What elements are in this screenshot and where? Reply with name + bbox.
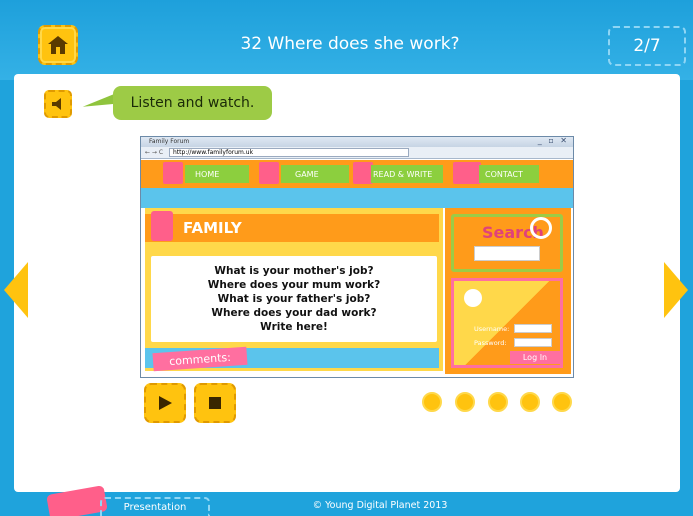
section-title: FAMILY (183, 219, 242, 237)
progress-dot-3[interactable] (488, 392, 508, 412)
forum-main: FAMILY What is your mother's job? Where … (145, 208, 443, 372)
nav-home[interactable]: HOME (185, 165, 249, 183)
forum-sidebar: Search Username: Password: Log In (445, 208, 571, 374)
username-field[interactable] (514, 324, 552, 333)
game-nav-icon (259, 162, 279, 184)
question-1: What is your mother's job? (214, 265, 374, 277)
pencil-nav-icon (353, 162, 373, 184)
audio-button[interactable] (44, 90, 72, 118)
magnifier-icon (530, 217, 552, 239)
envelope-nav-icon (453, 162, 481, 184)
nav-contact[interactable]: CONTACT (479, 165, 539, 183)
home-icon (48, 36, 68, 54)
progress-dot-1[interactable] (422, 392, 442, 412)
key-icon (464, 289, 482, 307)
family-bar: FAMILY (145, 211, 439, 242)
browser-nav-icon[interactable]: ← → C (145, 149, 163, 156)
window-controls-icon[interactable]: _ ▫ ✕ (538, 137, 569, 145)
play-icon (159, 396, 172, 410)
copyright-text: © Young Digital Planet 2013 (312, 500, 448, 511)
page-title: 32 Where does she work? (240, 34, 460, 54)
question-5: Write here! (260, 321, 328, 333)
nav-game[interactable]: GAME (281, 165, 349, 183)
stop-icon (209, 397, 221, 409)
progress-dot-4[interactable] (520, 392, 540, 412)
login-box: Username: Password: Log In (451, 278, 563, 368)
instruction-bubble: Listen and watch. (113, 86, 272, 120)
next-page-arrow-icon[interactable] (664, 262, 688, 318)
progress-dot-2[interactable] (455, 392, 475, 412)
browser-window: Family Forum _ ▫ ✕ ← → C http://www.fami… (140, 136, 574, 378)
pencil-icon (151, 211, 173, 241)
search-box: Search (451, 214, 563, 272)
search-input[interactable] (474, 246, 540, 261)
stop-button[interactable] (194, 383, 236, 423)
speaker-icon (52, 98, 61, 110)
play-button[interactable] (144, 383, 186, 423)
progress-dot-5[interactable] (552, 392, 572, 412)
home-button[interactable] (38, 25, 78, 65)
header-strip (141, 188, 573, 208)
questions-box: What is your mother's job? Where does yo… (151, 256, 437, 342)
question-3: What is your father's job? (217, 293, 371, 305)
nav-read-write[interactable]: READ & WRITE (371, 165, 443, 183)
home-nav-icon (163, 162, 183, 184)
question-4: Where does your dad work? (211, 307, 377, 319)
prev-page-arrow-icon[interactable] (4, 262, 28, 318)
browser-title-bar: Family Forum _ ▫ ✕ (141, 137, 573, 147)
browser-tab[interactable]: Family Forum (149, 138, 189, 145)
password-field[interactable] (514, 338, 552, 347)
password-label: Password: (474, 339, 507, 347)
username-label: Username: (474, 325, 510, 333)
address-bar: ← → C http://www.familyforum.uk (141, 147, 573, 159)
url-field[interactable]: http://www.familyforum.uk (169, 148, 409, 157)
presentation-tab[interactable]: Presentation (100, 497, 210, 516)
login-button[interactable]: Log In (510, 351, 560, 364)
page-indicator: 2/7 (608, 26, 686, 66)
question-2: Where does your mum work? (207, 279, 381, 291)
site-nav: HOME GAME READ & WRITE CONTACT (141, 160, 573, 188)
